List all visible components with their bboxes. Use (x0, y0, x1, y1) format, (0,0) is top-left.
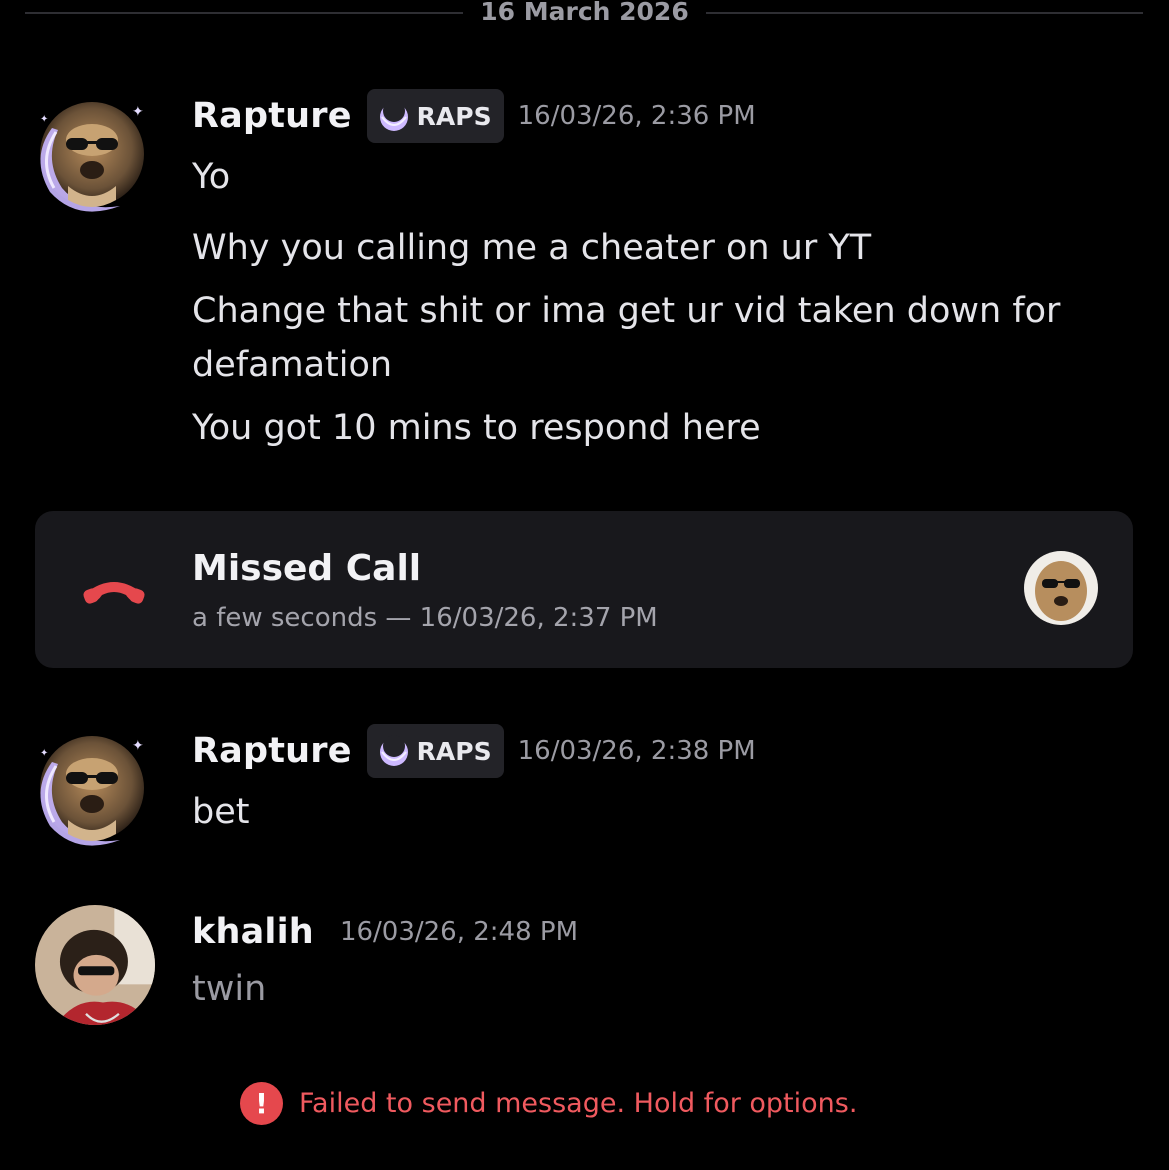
dog-avatar-icon: ✦ ✦ (40, 736, 144, 846)
avatar-khalih[interactable] (35, 905, 155, 1025)
dog-avatar-icon: ✦ ✦ (40, 102, 144, 212)
svg-text:✦: ✦ (132, 738, 144, 754)
dog-avatar-icon (1024, 551, 1098, 625)
message-line: Why you calling me a cheater on ur YT (192, 228, 872, 268)
send-error[interactable]: ! Failed to send message. Hold for optio… (240, 1082, 857, 1125)
crescent-badge-icon (379, 735, 408, 766)
message-line: bet (192, 792, 250, 832)
username[interactable]: Rapture (192, 731, 352, 771)
phone-hangup-icon (83, 582, 145, 604)
send-error-text: Failed to send message. Hold for options… (299, 1088, 858, 1119)
missed-call-subtitle: a few seconds — 16/03/26, 2:37 PM (192, 603, 658, 633)
message-header: khalih 16/03/26, 2:48 PM (192, 904, 578, 960)
svg-text:✦: ✦ (132, 104, 144, 120)
message-line: Yo (192, 157, 231, 197)
missed-call-card[interactable]: Missed Call a few seconds — 16/03/26, 2:… (35, 511, 1133, 668)
timestamp: 16/03/26, 2:36 PM (517, 101, 756, 131)
error-icon: ! (240, 1082, 283, 1125)
avatar-rapture[interactable]: ✦ ✦ (22, 722, 158, 858)
crescent-badge-icon (379, 100, 408, 131)
timestamp: 16/03/26, 2:48 PM (339, 917, 578, 947)
message-line: defamation (192, 345, 393, 385)
svg-text:✦: ✦ (40, 748, 48, 759)
timestamp: 16/03/26, 2:38 PM (517, 736, 756, 766)
svg-text:✦: ✦ (40, 114, 48, 125)
username[interactable]: khalih (192, 912, 314, 952)
avatar-rapture[interactable]: ✦ ✦ (22, 88, 158, 224)
message-line-pending[interactable]: twin (192, 963, 266, 1015)
date-divider: 16 March 2026 (0, 0, 1169, 30)
message-header: Rapture RAPS 16/03/26, 2:36 PM (192, 88, 756, 144)
divider-line-right (706, 12, 1143, 14)
username[interactable]: Rapture (192, 96, 352, 136)
user-avatar-icon (35, 905, 155, 1025)
call-participant-avatar[interactable] (1024, 551, 1098, 625)
divider-date: 16 March 2026 (480, 0, 689, 26)
message-header: Rapture RAPS 16/03/26, 2:38 PM (192, 723, 756, 779)
message-line: You got 10 mins to respond here (192, 408, 761, 448)
divider-line-left (25, 12, 463, 14)
message-line: Change that shit or ima get ur vid taken… (192, 291, 1061, 331)
missed-call-title: Missed Call (192, 548, 422, 589)
guild-tag[interactable]: RAPS (366, 89, 504, 143)
guild-tag[interactable]: RAPS (366, 724, 504, 778)
guild-tag-label: RAPS (416, 736, 492, 766)
guild-tag-label: RAPS (416, 101, 492, 131)
chat-view: 16 March 2026 ✦ ✦ Rapture RAPS 16/03/26,… (0, 0, 1169, 1170)
